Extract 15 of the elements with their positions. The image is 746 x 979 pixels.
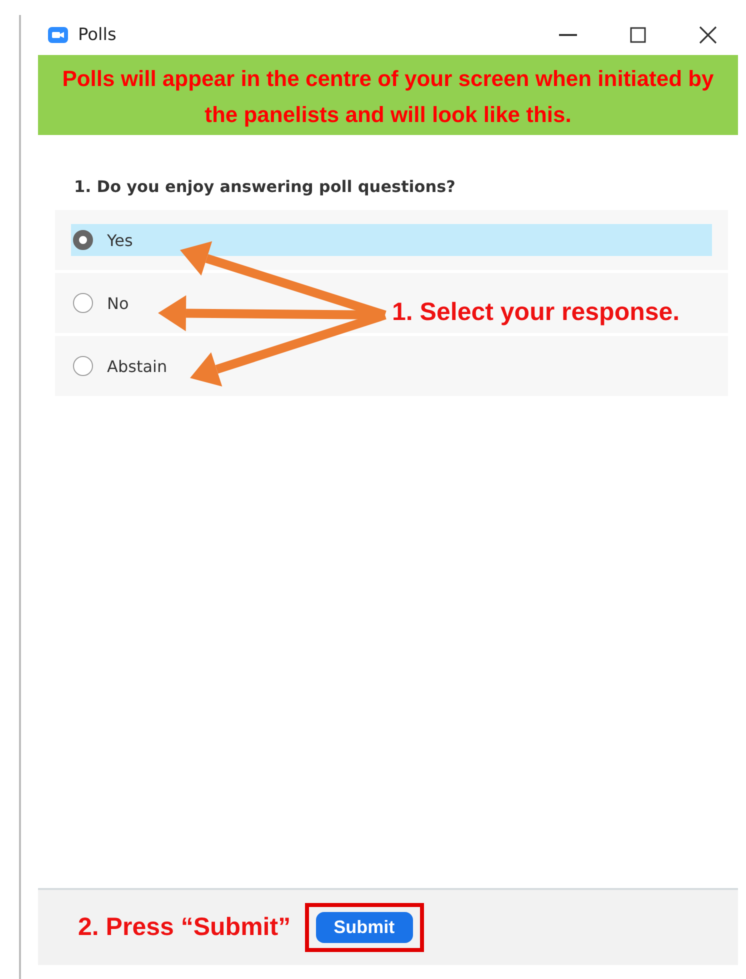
radio-button[interactable] xyxy=(73,230,93,250)
poll-question: 1. Do you enjoy answering poll questions? xyxy=(74,177,456,196)
option-item[interactable]: Abstain xyxy=(71,350,176,382)
info-banner: Polls will appear in the centre of your screen when initiated by the panelists and will look like this. xyxy=(38,55,738,135)
radio-button[interactable] xyxy=(73,293,93,313)
option-item[interactable]: No xyxy=(71,287,137,319)
window-title: Polls xyxy=(78,25,118,45)
maximize-icon[interactable] xyxy=(630,27,646,43)
option-item[interactable]: Yes xyxy=(71,224,712,256)
close-icon[interactable] xyxy=(699,26,717,44)
instruction-text: 2. Press “Submit” xyxy=(78,913,291,942)
submit-button[interactable]: Submit xyxy=(316,912,413,943)
camera-icon xyxy=(48,27,68,43)
instruction-text: 1. Select your response. xyxy=(392,298,680,327)
radio-button[interactable] xyxy=(73,356,93,376)
